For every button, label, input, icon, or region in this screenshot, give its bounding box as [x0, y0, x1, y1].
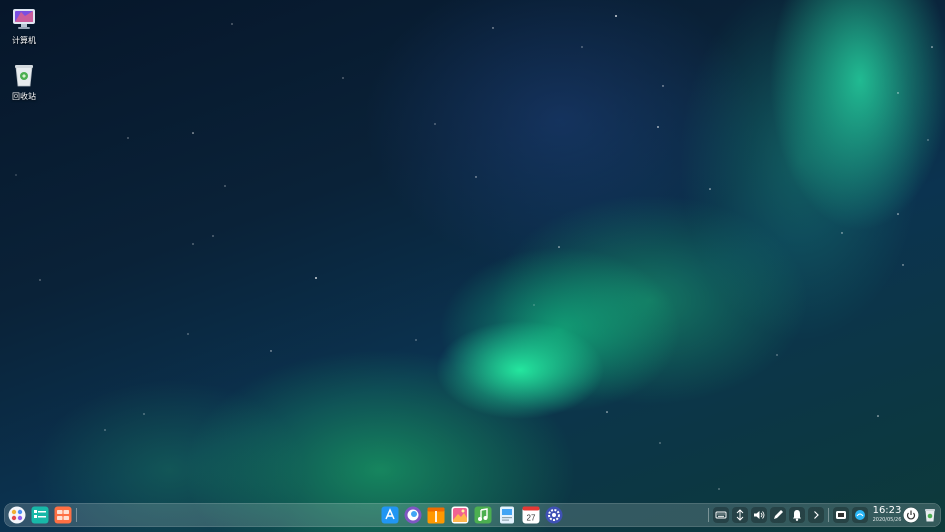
clock-time: 16:23: [872, 505, 902, 516]
power-icon[interactable]: [903, 507, 919, 523]
trash-icon: [11, 62, 37, 88]
calendar-day: 27: [527, 514, 536, 523]
desktop-wallpaper: 计算机 回收站 27 16:23 2020/05/26: [0, 0, 945, 532]
calendar-icon[interactable]: 27: [522, 506, 540, 524]
computer-icon: [11, 6, 37, 32]
starfield: [15, 15, 933, 490]
trash-icon[interactable]: [922, 507, 938, 523]
chevron-right-icon[interactable]: [808, 507, 824, 523]
weather-icon[interactable]: [852, 507, 868, 523]
settings-icon[interactable]: [545, 506, 563, 524]
dock: 27 16:23 2020/05/26: [4, 503, 941, 527]
pen-icon[interactable]: [770, 507, 786, 523]
desktop-icon-label: 计算机: [12, 36, 36, 45]
multitask-view-icon[interactable]: [54, 506, 72, 524]
dock-divider: [76, 508, 77, 522]
desktop-icon-label: 回收站: [12, 92, 36, 101]
app-store-icon[interactable]: [381, 506, 399, 524]
dock-divider: [708, 508, 709, 522]
volume-icon[interactable]: [751, 507, 767, 523]
archive-manager-icon[interactable]: [427, 506, 445, 524]
network-icon[interactable]: [732, 507, 748, 523]
keyboard-icon[interactable]: [713, 507, 729, 523]
browser-icon[interactable]: [404, 506, 422, 524]
desktop-icon-trash[interactable]: 回收站: [4, 62, 44, 102]
image-viewer-icon[interactable]: [451, 506, 469, 524]
notification-bell-icon[interactable]: [789, 507, 805, 523]
dock-divider: [828, 508, 829, 522]
desktop-icon-computer[interactable]: 计算机: [4, 6, 44, 46]
music-icon[interactable]: [474, 506, 492, 524]
clock-date: 2020/05/26: [872, 517, 902, 523]
onboard-icon[interactable]: [833, 507, 849, 523]
document-viewer-icon[interactable]: [498, 506, 516, 524]
clock[interactable]: 16:23 2020/05/26: [868, 505, 906, 524]
file-manager-icon[interactable]: [31, 506, 49, 524]
launcher-icon[interactable]: [8, 506, 26, 524]
